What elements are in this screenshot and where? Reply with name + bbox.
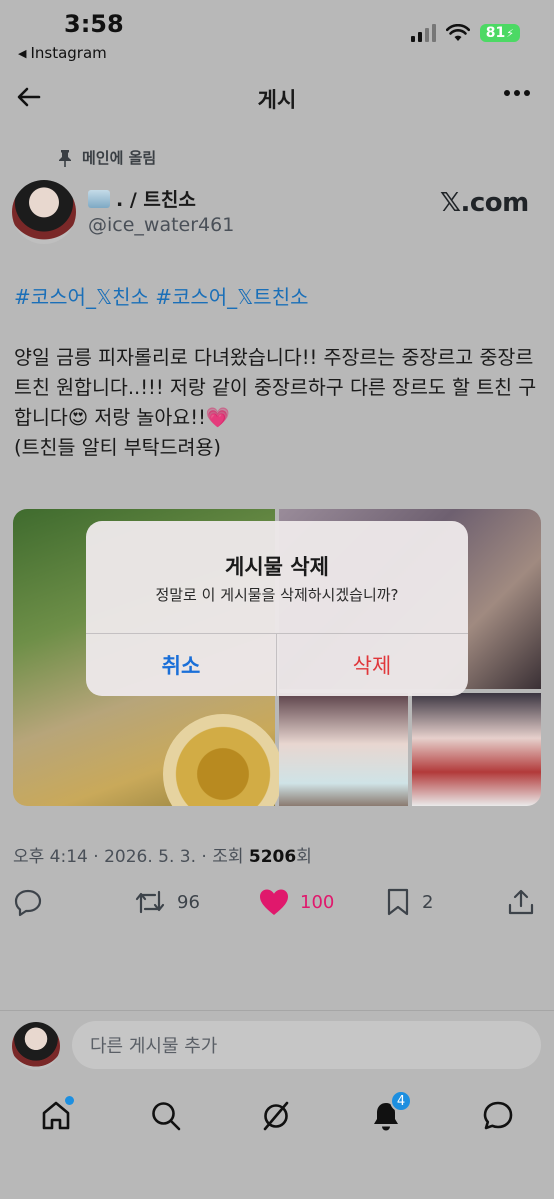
like-count: 100 <box>300 891 335 913</box>
bookmark-icon <box>387 888 409 916</box>
ice-cube-emoji-icon <box>88 189 110 208</box>
nav-notifications[interactable]: 4 <box>366 1090 412 1136</box>
author-name-row[interactable]: . / 트친소 <box>88 185 196 212</box>
grok-icon <box>263 1101 289 1131</box>
author-name: . / 트친소 <box>116 189 196 211</box>
view-count[interactable]: 5206 <box>249 847 296 867</box>
home-notification-dot <box>65 1096 74 1105</box>
like-button[interactable]: 100 <box>258 887 334 917</box>
status-time: 3:58 <box>64 10 124 38</box>
battery-level: 81 <box>485 25 506 41</box>
status-icons: 81 ⚡ <box>410 24 520 42</box>
cellular-signal-icon <box>410 24 436 42</box>
retweet-count: 96 <box>177 891 200 913</box>
wifi-icon <box>445 24 470 41</box>
add-post-input[interactable]: 다른 게시물 추가 <box>72 1021 541 1069</box>
reply-button[interactable] <box>13 887 43 917</box>
post-meta: 오후 4:14 · 2026. 5. 3. · 조회 5206회 <box>13 842 312 867</box>
notifications-badge: 4 <box>390 1090 412 1112</box>
heart-icon <box>260 889 288 915</box>
retweet-button[interactable]: 96 <box>133 887 200 917</box>
pin-icon <box>59 149 71 167</box>
author-avatar[interactable] <box>12 180 76 244</box>
share-button[interactable] <box>506 887 536 917</box>
reply-icon <box>14 889 42 917</box>
nav-home[interactable] <box>36 1096 76 1136</box>
post-timestamp: 오후 4:14 · 2026. 5. 3. · 조회 <box>13 847 249 867</box>
delete-button[interactable]: 삭제 <box>277 634 467 696</box>
battery-indicator: 81 ⚡ <box>479 24 520 42</box>
more-options-icon[interactable] <box>504 90 530 96</box>
delete-post-dialog: 게시물 삭제 정말로 이 게시물을 삭제하시겠습니까? 취소 삭제 <box>86 521 468 696</box>
media-photo-4[interactable] <box>412 693 541 806</box>
pinned-indicator: 메인에 올림 <box>58 147 156 168</box>
retweet-icon <box>135 890 165 914</box>
nav-search[interactable] <box>146 1096 186 1136</box>
page-title: 게시 <box>257 88 297 112</box>
nav-grok[interactable] <box>256 1096 296 1136</box>
messages-icon <box>483 1101 513 1130</box>
back-app-label: Instagram <box>30 44 107 62</box>
media-photo-3[interactable] <box>279 693 408 806</box>
author-handle[interactable]: @ice_water461 <box>88 214 234 236</box>
post-hashtags[interactable]: #코스어_𝕏친소 #코스어_𝕏트친소 <box>14 281 309 310</box>
dialog-message: 정말로 이 게시물을 삭제하시겠습니까? <box>155 586 399 604</box>
share-icon <box>508 889 534 915</box>
charging-icon: ⚡ <box>506 26 514 40</box>
back-triangle-icon: ◀ <box>18 46 27 60</box>
back-to-app-link[interactable]: ◀ Instagram <box>18 44 107 62</box>
bookmark-count: 2 <box>422 891 434 913</box>
view-count-suffix: 회 <box>296 847 312 867</box>
section-divider <box>0 1010 554 1011</box>
post-actions: 96 100 2 <box>0 885 554 919</box>
bookmark-button[interactable]: 2 <box>384 887 433 917</box>
user-avatar[interactable] <box>12 1022 60 1070</box>
pinned-label: 메인에 올림 <box>82 149 157 167</box>
dialog-title: 게시물 삭제 <box>225 555 329 579</box>
source-badge: 𝕏.com <box>440 188 529 218</box>
post-text: 양일 금릉 피자롤리로 다녀왔습니다!! 주장르는 중장르고 중장르 트친 원합… <box>14 346 537 459</box>
search-icon <box>152 1102 181 1131</box>
nav-messages[interactable] <box>478 1096 518 1136</box>
cancel-button[interactable]: 취소 <box>86 634 276 696</box>
